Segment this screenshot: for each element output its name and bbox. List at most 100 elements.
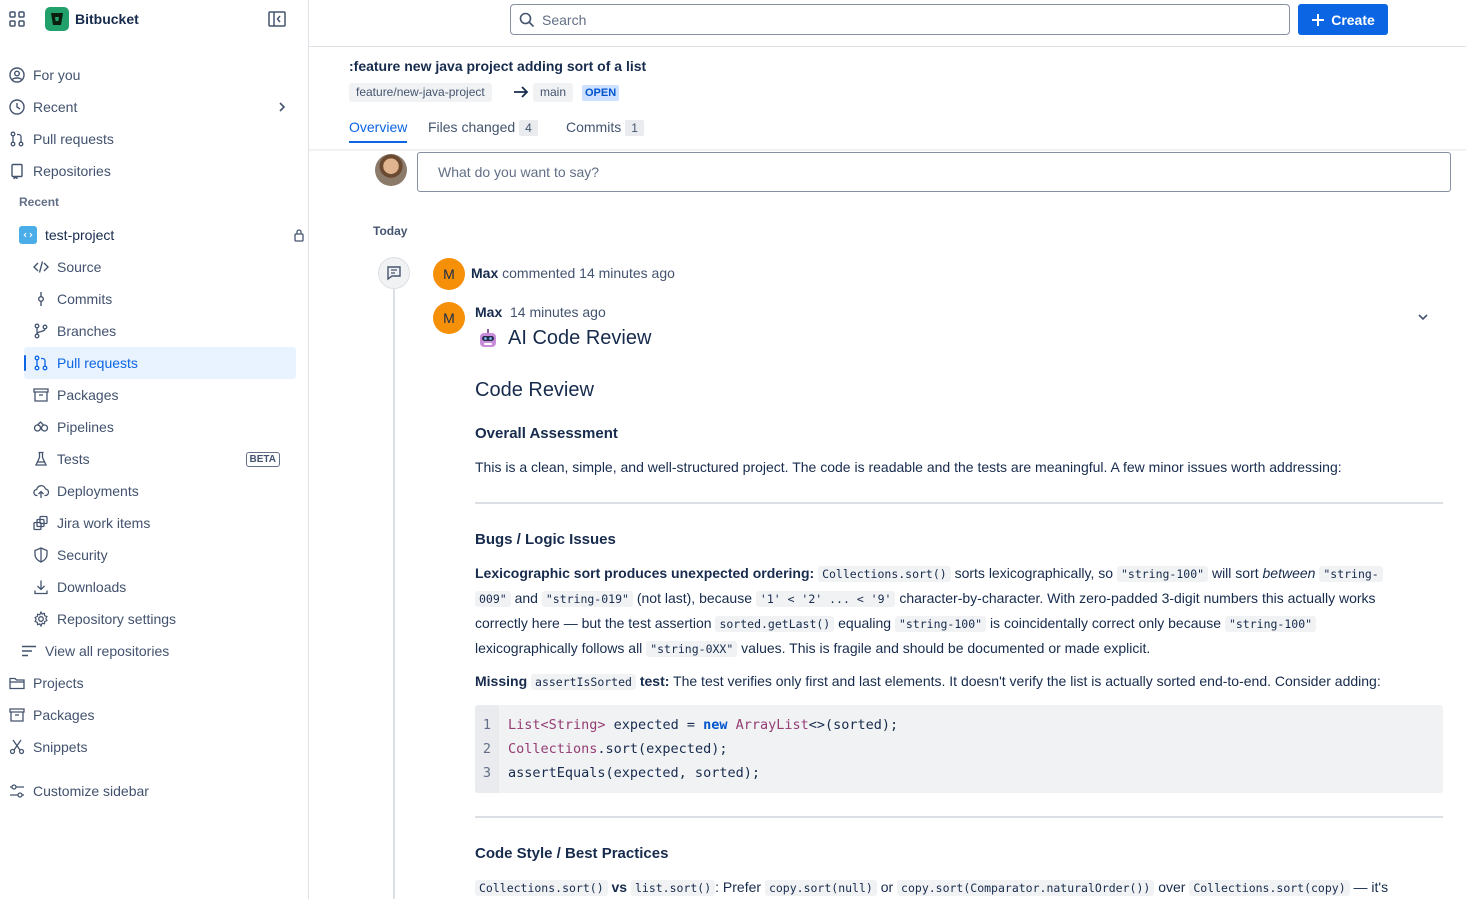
text: and (514, 590, 538, 606)
repo-nav-security[interactable]: Security (33, 539, 296, 571)
nav-label: Pull requests (33, 131, 114, 147)
line-number: 3 (482, 765, 492, 781)
gear-icon (33, 611, 49, 627)
repo-test-project[interactable]: test-project (19, 219, 304, 251)
tab-count: 1 (625, 120, 644, 136)
comment-time[interactable]: 14 minutes ago (510, 304, 606, 320)
style-heading: Code Style / Best Practices (475, 845, 669, 862)
code-line: 1 List<String> expected = new ArrayList<>… (475, 713, 898, 737)
nav-label: View all repositories (45, 643, 170, 659)
target-branch[interactable]: main (533, 83, 574, 102)
date-group-label: Today (373, 224, 408, 238)
chevron-right-icon[interactable] (275, 100, 289, 114)
inline-code: "string-019" (541, 591, 633, 607)
text: values. This is fragile and should be do… (741, 640, 1151, 656)
scissors-icon (9, 739, 25, 755)
repo-nav-downloads[interactable]: Downloads (33, 571, 296, 603)
repo-nav-deployments[interactable]: Deployments (33, 475, 296, 507)
repo-nav-pipelines[interactable]: Pipelines (33, 411, 296, 443)
overall-text: This is a clean, simple, and well-struct… (475, 459, 1342, 475)
inline-code: Collections.sort() (475, 880, 608, 896)
nav-label: Deployments (57, 483, 139, 499)
collapse-sidebar-icon[interactable] (268, 11, 286, 27)
top-bar: Search Create (309, 0, 1466, 47)
inline-code: copy.sort(Comparator.naturalOrder()) (897, 880, 1155, 896)
jira-icon (33, 515, 49, 531)
source-branch[interactable]: feature/new-java-project (349, 83, 492, 102)
inline-code: 009" (475, 591, 511, 607)
bitbucket-logo-icon[interactable] (45, 7, 69, 31)
repo-nav-repository-settings[interactable]: Repository settings (33, 603, 296, 635)
comment-input[interactable]: What do you want to say? (417, 152, 1451, 192)
recent-section-label: Recent (19, 195, 60, 209)
status-badge: OPEN (582, 85, 620, 101)
text: lexicographically follows all (475, 640, 643, 656)
code-icon (33, 259, 49, 275)
tab-label: Overview (349, 119, 408, 135)
view-all-repositories[interactable]: View all repositories (21, 635, 299, 667)
repo-nav-pull-requests[interactable]: Pull requests (24, 347, 296, 379)
tab-commits[interactable]: Commits 1 (566, 119, 644, 143)
folder-icon (9, 675, 25, 691)
search-input[interactable]: Search (510, 4, 1290, 35)
tab-overview[interactable]: Overview (349, 119, 408, 143)
chevron-down-icon[interactable] (1415, 309, 1431, 325)
beta-badge: BETA (245, 452, 280, 467)
nav-label: Customize sidebar (33, 783, 149, 799)
text: (not last), because (636, 590, 752, 606)
customize-sidebar[interactable]: Customize sidebar (9, 775, 299, 807)
create-button[interactable]: Create (1298, 4, 1388, 35)
sidebar-header: Bitbucket (0, 0, 309, 38)
inline-code: assertIsSorted (531, 674, 636, 690)
line-number: 2 (482, 741, 492, 757)
code-line: 3 assertEquals(expected, sorted); (475, 761, 760, 785)
repo-nav-source[interactable]: Source (33, 251, 296, 283)
nav-projects[interactable]: Projects (9, 667, 299, 699)
repo-nav-packages[interactable]: Packages (33, 379, 296, 411)
nav-label: Security (57, 547, 108, 563)
tab-files-changed[interactable]: Files changed 4 (428, 119, 538, 143)
bold-text: vs (611, 879, 628, 895)
nav-label: Branches (57, 323, 117, 339)
divider (475, 816, 1443, 818)
robot-icon (480, 328, 496, 347)
activity-summary: Max commented 14 minutes ago (471, 265, 675, 281)
pull-request-icon (33, 355, 49, 371)
repo-nav-commits[interactable]: Commits (33, 283, 296, 315)
pull-request-icon (9, 131, 25, 147)
search-placeholder: Search (542, 11, 587, 28)
timeline-line (393, 289, 395, 899)
nav-packages[interactable]: Packages (9, 699, 299, 731)
app-switcher-icon[interactable] (9, 11, 25, 27)
text: sorts lexicographically, so (954, 565, 1114, 581)
text: will sort (1211, 565, 1259, 581)
bugs-heading: Bugs / Logic Issues (475, 531, 616, 548)
repo-nav-jira-work-items[interactable]: Jira work items (33, 507, 296, 539)
inline-code: Collections.sort() (818, 566, 951, 582)
repo-name: test-project (45, 227, 115, 243)
activity-author[interactable]: Max (471, 265, 498, 281)
bold-text: test: (639, 673, 670, 689)
activity-text: commented 14 minutes ago (502, 265, 675, 281)
nav-for-you[interactable]: For you (9, 59, 299, 91)
repo-nav-tests[interactable]: Tests BETA (33, 443, 296, 475)
code-text: assertEquals(expected, sorted); (508, 765, 760, 781)
line-number: 1 (482, 717, 492, 733)
nav-label: Snippets (33, 739, 88, 755)
review-heading: Code Review (475, 379, 594, 401)
inline-code: "string-100" (894, 616, 987, 632)
app-name[interactable]: Bitbucket (75, 11, 139, 27)
repo-nav-branches[interactable]: Branches (33, 315, 296, 347)
comment-author[interactable]: Max (475, 304, 502, 320)
text: or (880, 879, 894, 895)
nav-snippets[interactable]: Snippets (9, 731, 299, 763)
clock-icon (9, 99, 25, 115)
nav-recent[interactable]: Recent (9, 91, 299, 123)
bug-paragraph-2: Missing assertIsSorted test: The test ve… (475, 669, 1445, 694)
nav-label: Projects (33, 675, 84, 691)
sidebar: Bitbucket For you Recent Pull requests R… (0, 0, 309, 899)
nav-label: Packages (33, 707, 95, 723)
nav-repositories[interactable]: Repositories (9, 155, 299, 187)
nav-pull-requests[interactable]: Pull requests (9, 123, 299, 155)
nav-label: Repositories (33, 163, 111, 179)
